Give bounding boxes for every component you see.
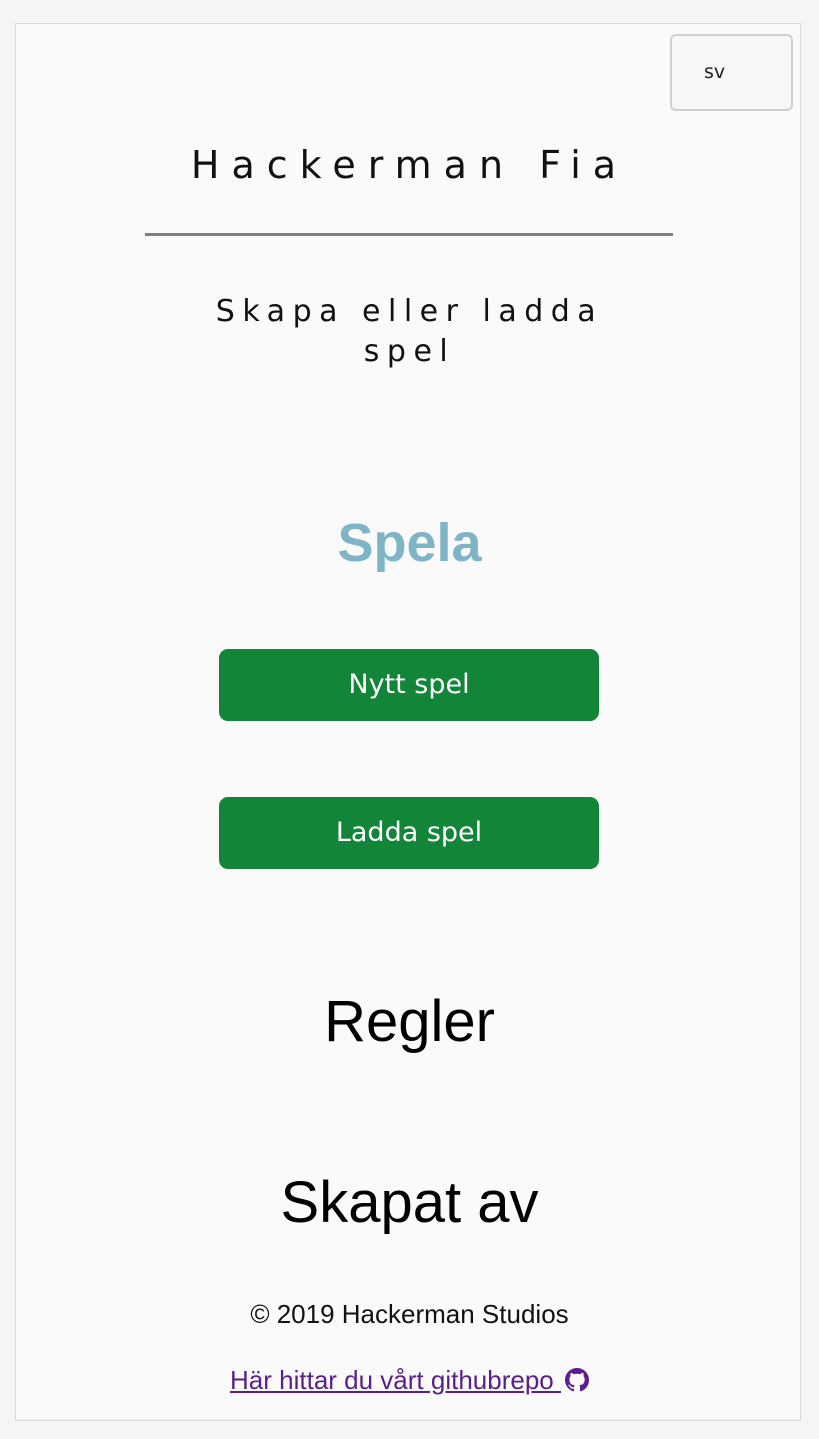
github-repo-link[interactable]: Här hittar du vårt githubrepo [230, 1365, 589, 1395]
load-game-button[interactable]: Ladda spel [219, 797, 599, 869]
language-select[interactable]: sv [670, 34, 793, 111]
page-title: Hackerman Fia [190, 143, 629, 187]
rules-heading[interactable]: Regler [0, 987, 819, 1057]
title-divider [145, 233, 673, 236]
repo-link-line: Här hittar du vårt githubrepo [0, 1362, 819, 1398]
language-select-value: sv [704, 61, 726, 83]
github-icon [564, 1368, 589, 1392]
credits-heading: Skapat av [280, 1170, 539, 1235]
new-game-button[interactable]: Nytt spel [219, 649, 599, 721]
play-heading: Spela [337, 513, 482, 573]
github-repo-link-text: Här hittar du vårt githubrepo [230, 1365, 561, 1395]
copyright-text: © 2019 Hackerman Studios [250, 1299, 569, 1329]
page-subtitle: Skapa eller ladda spel [215, 294, 604, 369]
